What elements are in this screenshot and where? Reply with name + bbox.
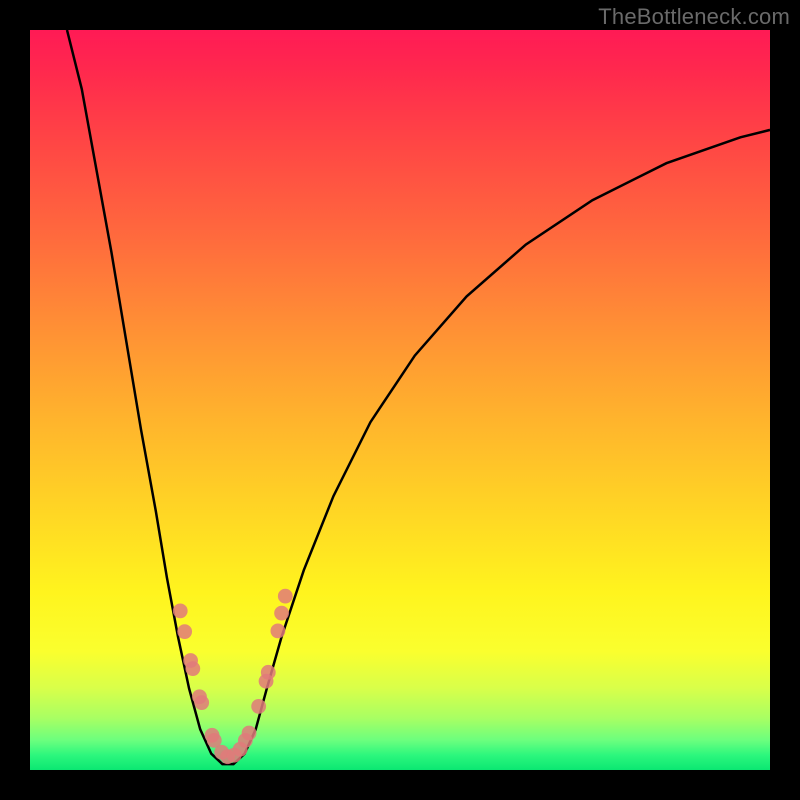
watermark-text: TheBottleneck.com xyxy=(598,4,790,30)
data-markers xyxy=(173,589,293,764)
chart-frame: TheBottleneck.com xyxy=(0,0,800,800)
data-marker xyxy=(185,661,200,676)
chart-svg xyxy=(30,30,770,770)
data-marker xyxy=(274,606,289,621)
data-marker xyxy=(251,699,266,714)
data-marker xyxy=(173,604,188,619)
data-marker xyxy=(278,589,293,604)
data-marker xyxy=(194,695,209,710)
plot-area xyxy=(30,30,770,770)
data-marker xyxy=(242,726,257,741)
data-marker xyxy=(261,665,276,680)
data-marker xyxy=(177,624,192,639)
data-marker xyxy=(271,623,286,638)
bottleneck-curve xyxy=(67,30,770,764)
